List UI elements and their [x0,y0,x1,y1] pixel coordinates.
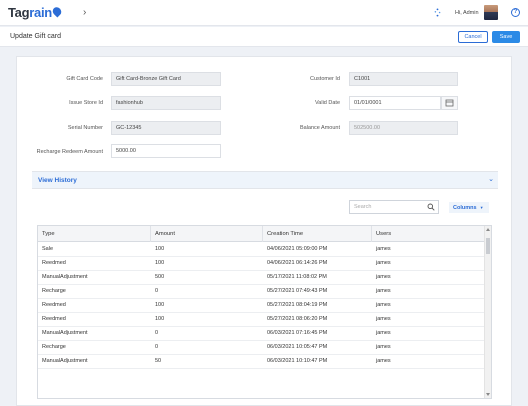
cell-amount: 100 [155,246,165,252]
search-icon[interactable] [427,203,435,211]
table-row[interactable]: Recharge 0 05/27/2021 07:49:43 PM james [38,285,485,299]
cell-creation-time: 05/27/2021 07:49:43 PM [267,288,328,294]
top-bar: Tagrain › Hi, Admin ? [0,0,528,26]
cell-creation-time: 06/03/2021 07:16:45 PM [267,330,328,336]
cancel-button[interactable]: Cancel [458,31,488,43]
cell-creation-time: 04/06/2021 06:14:26 PM [267,260,328,266]
cell-creation-time: 05/27/2021 08:04:19 PM [267,302,328,308]
vertical-scrollbar[interactable] [484,226,491,398]
cell-creation-time: 06/03/2021 10:10:47 PM [267,358,328,364]
issue-store-id-field[interactable]: fashionhub [111,96,221,110]
cell-amount: 0 [155,344,159,350]
cell-type: Reedmed [42,302,66,308]
logo-drop-icon [50,5,63,18]
gift-card-code-label: Gift Card Code [66,76,103,82]
customer-id-label: Customer Id [310,76,340,82]
search-placeholder: Search [354,204,372,210]
cell-user: james [376,358,391,364]
cell-type: Recharge [42,288,66,294]
issue-store-id-label: Issue Store Id [69,100,103,106]
cell-user: james [376,330,391,336]
columns-label: Columns [453,205,477,211]
cell-type: ManualAdjustment [42,274,88,280]
table-row[interactable]: ManualAdjustment 0 06/03/2021 07:16:45 P… [38,327,485,341]
cell-user: james [376,274,391,280]
table-row[interactable]: Recharge 0 06/03/2021 10:05:47 PM james [38,341,485,355]
cell-type: ManualAdjustment [42,330,88,336]
recharge-redeem-amount-label: Recharge Redeem Amount [36,149,103,155]
cell-user: james [376,316,391,322]
cell-user: james [376,344,391,350]
cell-amount: 100 [155,316,165,322]
avatar[interactable] [484,5,498,20]
cell-type: Sale [42,246,54,252]
calendar-icon [445,99,454,107]
column-header-creation-time[interactable]: Creation Time [263,226,372,242]
view-history-panel-header[interactable]: View History ⌄ [32,171,498,189]
valid-date-label: Valid Date [315,100,340,106]
calendar-button[interactable] [441,96,458,110]
customer-id-field[interactable]: C1001 [349,72,458,86]
table-row[interactable]: ManualAdjustment 500 05/17/2021 11:08:02… [38,271,485,285]
table-row[interactable]: ManualAdjustment 50 06/03/2021 10:10:47 … [38,355,485,369]
column-header-users[interactable]: Users [372,226,485,242]
logo-text-main: Tag [8,5,30,20]
cell-creation-time: 05/27/2021 08:06:20 PM [267,316,328,322]
cell-amount: 100 [155,302,165,308]
serial-number-label: Serial Number [67,125,103,131]
chevron-down-icon[interactable]: ⌄ [488,175,494,183]
recharge-redeem-amount-input[interactable]: 5000.00 [111,144,221,158]
cell-amount: 100 [155,260,165,266]
gift-card-code-field[interactable]: Gift Card-Bronze Gift Card [111,72,221,86]
cell-creation-time: 04/06/2021 05:09:00 PM [267,246,328,252]
caret-down-icon: ▾ [480,205,483,210]
column-header-type[interactable]: Type [38,226,151,242]
cell-creation-time: 06/03/2021 10:05:47 PM [267,344,328,350]
cell-user: james [376,288,391,294]
table-row[interactable]: Reedmed 100 05/27/2021 08:04:19 PM james [38,299,485,313]
search-input[interactable]: Search [349,200,439,214]
cell-creation-time: 05/17/2021 11:08:02 PM [267,274,327,280]
logo-text-accent: rain [29,5,52,20]
scroll-up-icon[interactable] [486,228,490,231]
history-grid: Type Amount Creation Time Users Sale 100… [37,225,492,399]
cell-user: james [376,302,391,308]
balance-amount-field[interactable]: 502500.00 [349,121,458,135]
cell-type: ManualAdjustment [42,358,88,364]
grid-header: Type Amount Creation Time Users [38,226,485,242]
scroll-down-icon[interactable] [486,393,490,396]
cell-amount: 50 [155,358,162,364]
page-header: Update Gift card [0,27,528,47]
cell-amount: 500 [155,274,165,280]
view-history-title: View History [38,177,77,184]
spinner-icon [434,8,441,17]
balance-amount-label: Balance Amount [299,125,340,131]
table-row[interactable]: Reedmed 100 04/06/2021 06:14:26 PM james [38,257,485,271]
table-row[interactable]: Reedmed 100 05/27/2021 08:06:20 PM james [38,313,485,327]
help-icon[interactable]: ? [511,8,520,17]
columns-dropdown[interactable]: Columns ▾ [449,202,489,213]
cell-user: james [376,246,391,252]
cell-type: Reedmed [42,260,66,266]
scrollbar-thumb[interactable] [486,238,490,254]
chevron-right-icon[interactable]: › [83,7,86,18]
page-title: Update Gift card [10,33,61,40]
tagrain-logo[interactable]: Tagrain [8,5,63,20]
cell-type: Reedmed [42,316,66,322]
cell-user: james [376,260,391,266]
table-row[interactable]: Sale 100 04/06/2021 05:09:00 PM james [38,243,485,257]
cell-type: Recharge [42,344,66,350]
cell-amount: 0 [155,330,159,336]
user-greeting[interactable]: Hi, Admin [455,10,479,16]
cell-amount: 0 [155,288,159,294]
column-header-amount[interactable]: Amount [151,226,263,242]
save-button[interactable]: Save [492,31,520,43]
valid-date-input[interactable]: 01/01/0001 [349,96,441,110]
serial-number-field[interactable]: GC-12345 [111,121,221,135]
